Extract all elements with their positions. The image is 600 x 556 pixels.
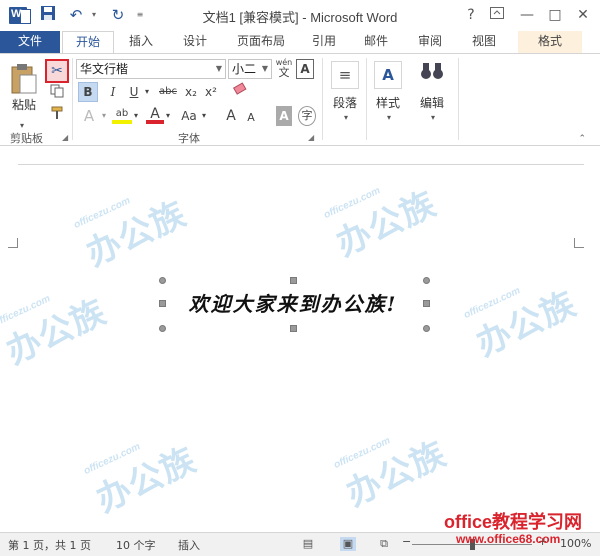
resize-handle[interactable] xyxy=(423,300,430,307)
clear-formatting-icon[interactable] xyxy=(230,82,250,102)
tab-page-layout[interactable]: 页面布局 xyxy=(226,31,296,53)
font-color-dropdown-icon[interactable]: ▾ xyxy=(164,106,172,126)
resize-handle[interactable] xyxy=(159,277,166,284)
read-mode-icon[interactable]: ▤ xyxy=(300,537,316,551)
text-effects-icon[interactable]: A xyxy=(78,106,100,126)
ribbon-tabs: 文件 开始 插入 设计 页面布局 引用 邮件 审阅 视图 格式 xyxy=(0,31,600,54)
wordart-text[interactable]: 欢迎大家来到办公族! xyxy=(168,288,418,317)
group-separator xyxy=(72,58,73,140)
page-count[interactable]: 第 1 页，共 1 页 xyxy=(8,537,91,553)
tab-format[interactable]: 格式 xyxy=(518,31,582,53)
paragraph-icon[interactable]: ≡ xyxy=(331,61,359,89)
title-bar: W ↶ ▾ ↻ ≡ 文档1 [兼容模式] - Microsoft Word ? … xyxy=(0,0,600,31)
watermark: officezu.com 办公族 xyxy=(332,434,452,514)
character-shading-button[interactable]: A xyxy=(276,106,292,126)
watermark: officezu.com 办公族 xyxy=(72,194,192,274)
chevron-down-icon[interactable]: ▼ xyxy=(216,60,222,78)
format-painter-icon[interactable] xyxy=(47,106,67,126)
grow-font-button[interactable]: A xyxy=(224,106,238,126)
watermark: officezu.com 办公族 xyxy=(82,440,202,520)
help-button[interactable]: ? xyxy=(460,4,482,26)
styles-icon[interactable]: A xyxy=(374,61,402,89)
copy-icon[interactable] xyxy=(47,84,67,104)
insert-mode[interactable]: 插入 xyxy=(178,537,200,553)
highlight-dropdown-icon[interactable]: ▾ xyxy=(132,106,140,126)
font-name-value: 华文行楷 xyxy=(80,62,129,76)
brand-url: www.office68.com xyxy=(456,532,561,546)
page-top-edge xyxy=(18,164,584,165)
change-case-dropdown-icon[interactable]: ▾ xyxy=(200,106,208,126)
underline-button[interactable]: U xyxy=(126,82,142,102)
restore-button[interactable]: □ xyxy=(544,4,566,26)
print-layout-icon[interactable]: ▣ xyxy=(340,537,356,551)
underline-dropdown-icon[interactable]: ▾ xyxy=(142,82,152,102)
styles-dropdown-icon[interactable]: ▾ xyxy=(379,108,399,128)
group-separator xyxy=(366,58,367,140)
chevron-down-icon[interactable]: ▼ xyxy=(262,60,268,78)
group-separator xyxy=(458,58,459,140)
clipboard-launcher-icon[interactable]: ◢ xyxy=(62,133,68,142)
subscript-button[interactable]: x₂ xyxy=(182,82,200,102)
font-group-label: 字体 xyxy=(178,132,200,145)
binoculars-icon[interactable] xyxy=(418,61,446,89)
watermark: officezu.com 办公族 xyxy=(0,292,112,372)
tab-home[interactable]: 开始 xyxy=(62,31,114,54)
paste-icon[interactable] xyxy=(10,61,38,95)
font-color-button[interactable]: A xyxy=(146,104,164,124)
collapse-ribbon-icon[interactable]: ⌃ xyxy=(578,134,586,144)
italic-button[interactable]: I xyxy=(104,82,122,102)
bold-button[interactable]: B xyxy=(78,82,98,102)
editing-dropdown-icon[interactable]: ▾ xyxy=(423,108,443,128)
font-size-combo[interactable]: 小二 ▼ xyxy=(228,59,272,79)
font-launcher-icon[interactable]: ◢ xyxy=(308,133,314,142)
superscript-button[interactable]: x² xyxy=(202,82,220,102)
resize-handle[interactable] xyxy=(423,277,430,284)
resize-handle[interactable] xyxy=(159,325,166,332)
paste-label[interactable]: 粘贴 xyxy=(12,96,36,113)
minimize-button[interactable]: — xyxy=(516,4,538,26)
watermark: officezu.com 办公族 xyxy=(322,184,442,264)
font-size-value: 小二 xyxy=(232,62,257,76)
strikethrough-button[interactable]: abc xyxy=(156,82,180,102)
phonetic-guide-button[interactable]: wén 文 xyxy=(275,58,293,78)
cut-button[interactable]: ✂ xyxy=(45,59,69,83)
enclose-characters-button[interactable]: 字 xyxy=(298,106,316,126)
margin-corner-left xyxy=(8,238,18,248)
tab-review[interactable]: 审阅 xyxy=(408,31,452,53)
resize-handle[interactable] xyxy=(290,277,297,284)
tab-file[interactable]: 文件 xyxy=(0,31,60,53)
tab-insert[interactable]: 插入 xyxy=(118,31,164,53)
paragraph-dropdown-icon[interactable]: ▾ xyxy=(336,108,356,128)
resize-handle[interactable] xyxy=(423,325,430,332)
tab-mailings[interactable]: 邮件 xyxy=(354,31,398,53)
ribbon: 粘贴 ▾ ✂ 剪贴板 ◢ 华文行楷 ▼ 小二 ▼ wén 文 A B I U ▾ … xyxy=(0,53,600,146)
shrink-font-button[interactable]: A xyxy=(245,108,257,128)
resize-handle[interactable] xyxy=(290,325,297,332)
scissors-icon: ✂ xyxy=(51,63,63,79)
margin-corner-right xyxy=(574,238,584,248)
web-layout-icon[interactable]: ⧉ xyxy=(376,537,392,551)
site-brand-overlay: office教程学习网 www.office68.com xyxy=(440,508,600,556)
tab-design[interactable]: 设计 xyxy=(172,31,218,53)
text-effects-dropdown-icon[interactable]: ▾ xyxy=(100,106,108,126)
watermark: officezu.com 办公族 xyxy=(462,284,582,364)
document-canvas[interactable]: officezu.com 办公族 officezu.com 办公族 officezu… xyxy=(0,146,600,532)
group-separator xyxy=(322,58,323,140)
close-button[interactable]: ✕ xyxy=(572,4,594,26)
brand-name: office教程学习网 xyxy=(444,512,583,532)
tab-references[interactable]: 引用 xyxy=(304,31,344,53)
highlight-button[interactable]: ab xyxy=(112,104,132,124)
clipboard-group-label: 剪贴板 xyxy=(10,132,43,145)
ribbon-display-options-icon[interactable] xyxy=(486,4,508,26)
tab-view[interactable]: 视图 xyxy=(462,31,506,53)
change-case-button[interactable]: Aa xyxy=(178,106,200,126)
zoom-out-icon[interactable]: − xyxy=(402,535,411,548)
window-title: 文档1 [兼容模式] - Microsoft Word xyxy=(202,10,398,25)
character-border-button[interactable]: A xyxy=(296,59,314,79)
font-name-combo[interactable]: 华文行楷 ▼ xyxy=(76,59,226,79)
word-count[interactable]: 10 个字 xyxy=(116,537,156,553)
resize-handle[interactable] xyxy=(159,300,166,307)
